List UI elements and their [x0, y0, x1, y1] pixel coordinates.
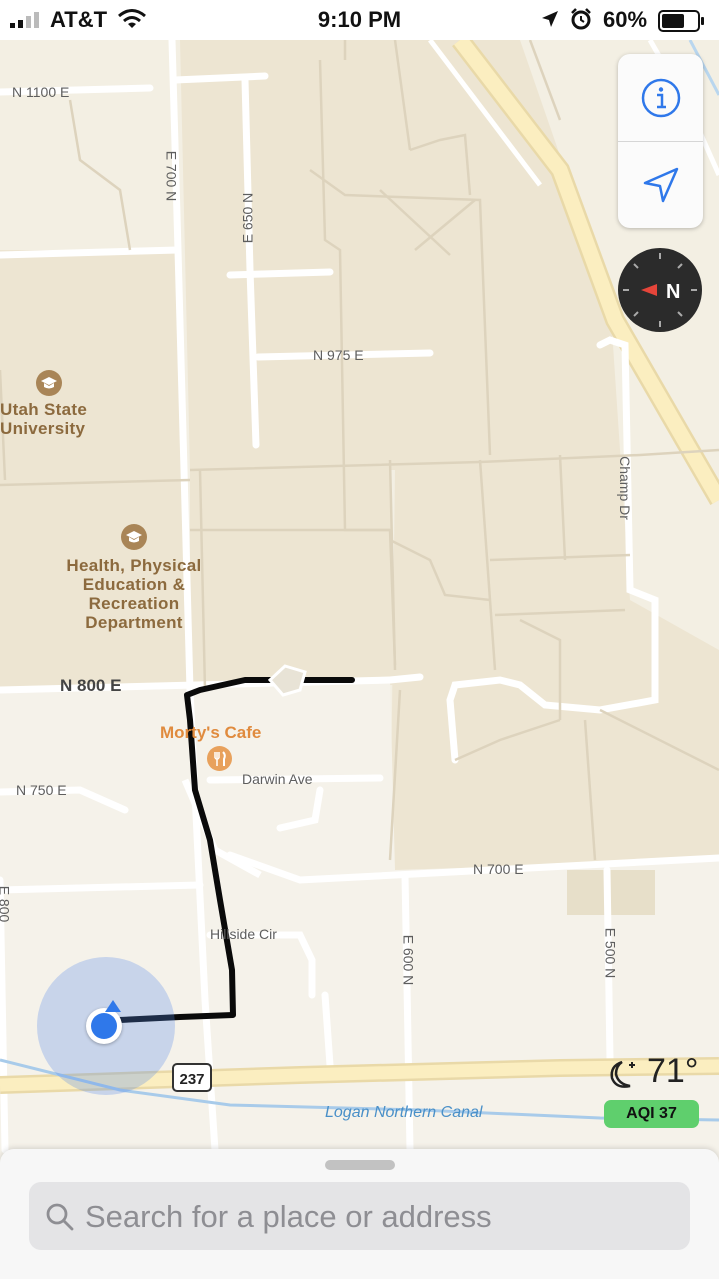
search-input[interactable]: Search for a place or address: [29, 1182, 690, 1250]
graduation-cap-icon[interactable]: [121, 524, 147, 550]
track-location-button[interactable]: [618, 142, 703, 228]
search-placeholder: Search for a place or address: [85, 1199, 492, 1234]
sheet-grabber[interactable]: [325, 1160, 395, 1170]
road-label-n750e: N 750 E: [16, 782, 67, 798]
route-237-shield: 237: [172, 1063, 212, 1092]
heading-indicator-icon: [105, 1000, 121, 1012]
fork-knife-icon[interactable]: [207, 746, 232, 771]
search-sheet[interactable]: Search for a place or address: [0, 1149, 719, 1279]
road-label-e600n: E 600 N: [400, 934, 417, 986]
status-bar: AT&T 9:10 PM 60%: [0, 0, 719, 40]
battery-icon: [658, 10, 704, 32]
temperature: 71°: [647, 1052, 699, 1090]
road-label-hillside-cir: Hillside Cir: [210, 926, 277, 942]
compass-north-letter: N: [666, 281, 680, 303]
place-line: Department: [85, 613, 183, 632]
road-label-champ-dr: Champ Dr: [616, 456, 633, 520]
place-line: University: [0, 419, 86, 438]
road-label-e650n: E 650 N: [239, 192, 256, 244]
place-line: Recreation: [88, 594, 180, 613]
location-services-icon: [542, 11, 558, 27]
place-line: Health, Physical: [66, 556, 202, 575]
info-icon: [641, 78, 680, 117]
road-label-n1100e: N 1100 E: [12, 84, 70, 100]
aqi-badge: AQI 37: [604, 1100, 699, 1128]
battery-percentage: 60%: [603, 7, 648, 32]
canal-label: Logan Northern Canal: [325, 1104, 483, 1121]
road-label-n700e: N 700 E: [473, 861, 524, 877]
road-label-darwin-ave: Darwin Ave: [242, 771, 313, 787]
place-line: Education &: [82, 575, 186, 594]
location-arrow-icon: [643, 167, 678, 203]
place-label-utah-state-university[interactable]: Utah State University: [0, 400, 100, 438]
alarm-clock-icon: [571, 8, 591, 30]
road-label-e800-partial: E 800: [0, 886, 13, 923]
road-label-e700n: E 700 N: [163, 150, 180, 202]
search-icon: [46, 1203, 74, 1231]
graduation-cap-icon[interactable]: [36, 370, 62, 396]
place-line: Utah State: [0, 400, 88, 419]
road-label-n800e: N 800 E: [60, 676, 122, 695]
place-label-hper-department[interactable]: Health, Physical Education & Recreation …: [44, 556, 224, 632]
map-controls-panel: [618, 54, 703, 228]
compass-button[interactable]: N: [617, 247, 703, 333]
moon-stars-icon: [610, 1060, 635, 1088]
road-label-n975e: N 975 E: [313, 347, 364, 363]
road-label-e500n: E 500 N: [602, 927, 619, 979]
poi-label-mortys-cafe[interactable]: Morty's Cafe: [160, 723, 261, 743]
map-info-button[interactable]: [618, 54, 703, 141]
